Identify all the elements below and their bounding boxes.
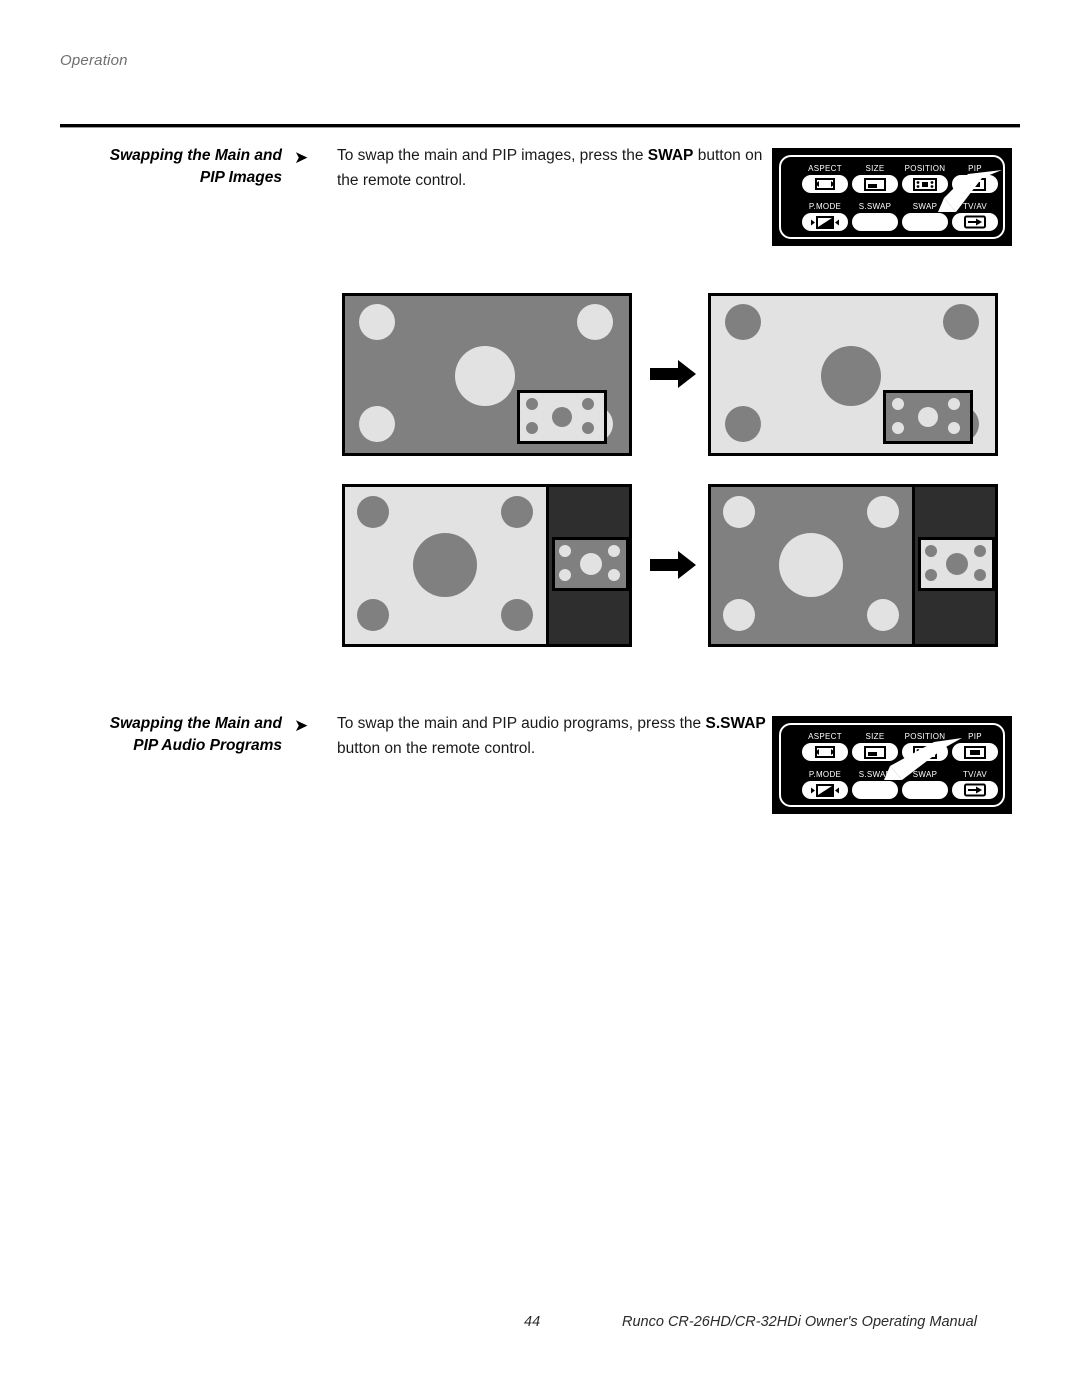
image-dot (867, 496, 899, 528)
section-1-title-line1: Swapping the Main and (109, 147, 282, 164)
manual-title: Runco CR-26HD/CR-32HDi Owner's Operating… (622, 1314, 977, 1330)
section-2-body-bold: S.SWAP (705, 715, 766, 732)
remote-button-aspect-label: ASPECT (808, 164, 842, 173)
section-2-title: Swapping the Main and PIP Audio Programs (60, 713, 282, 757)
diagram-pip-before (342, 293, 632, 456)
image-dot (723, 496, 755, 528)
picture-mode-icon (802, 213, 848, 231)
remote-button-pmode-label: P.MODE (808, 202, 842, 211)
image-dot-center (779, 533, 843, 597)
image-dot (867, 599, 899, 631)
section-1-body-pre: To swap the main and PIP images, press t… (337, 147, 648, 164)
image-dot (725, 304, 761, 340)
image-dot (357, 599, 389, 631)
pip-dot (948, 422, 960, 434)
pip-dot (608, 569, 620, 581)
running-head: Operation (60, 52, 128, 69)
section-2-title-line1: Swapping the Main and (109, 715, 282, 732)
pip-window (883, 390, 973, 444)
pip-dot-center (552, 407, 572, 427)
pip-dot-center (918, 407, 938, 427)
page-number: 44 (524, 1314, 541, 1330)
image-dot (359, 406, 395, 442)
section-1-title: Swapping the Main and PIP Images (60, 145, 282, 189)
section-2-body: To swap the main and PIP audio programs,… (337, 711, 782, 761)
pip-dot (526, 422, 538, 434)
aspect-icon (802, 743, 848, 761)
section-1-body: To swap the main and PIP images, press t… (337, 143, 767, 193)
picture-mode-icon (802, 781, 848, 799)
pip-dot (925, 569, 937, 581)
pip-dot (582, 398, 594, 410)
remote-button-sswap-label: S.SWAP (858, 202, 892, 211)
pip-dot (582, 422, 594, 434)
diagram-pop-before (342, 484, 632, 647)
pip-dot (608, 545, 620, 557)
pip-dot-center (946, 553, 968, 575)
blank-icon (852, 213, 898, 231)
section-2-body-pre: To swap the main and PIP audio programs,… (337, 715, 706, 732)
main-image-area (711, 487, 915, 644)
pip-dot (974, 545, 986, 557)
pip-dot (892, 422, 904, 434)
pip-dot-center (580, 553, 602, 575)
remote-button-pmode-label: P.MODE (808, 770, 842, 779)
pip-window (918, 537, 995, 591)
image-dot (501, 496, 533, 528)
pip-dot (892, 398, 904, 410)
main-image-area (345, 487, 549, 644)
flow-arrow-icon (650, 360, 696, 388)
section-2-bullet-icon: ➤ (294, 716, 309, 735)
remote-button-size-label: SIZE (865, 164, 885, 173)
header-rule (60, 124, 1020, 128)
image-dot (943, 304, 979, 340)
image-dot (725, 406, 761, 442)
image-dot-center (821, 346, 881, 406)
diagram-pip-after (708, 293, 998, 456)
diagram-pop-after (708, 484, 998, 647)
remote-control-swap[interactable]: ASPECT SIZE POSITION PIP P.MODE S.SWAP S… (772, 148, 1012, 246)
pip-dot (948, 398, 960, 410)
remote-control-sswap[interactable]: ASPECT SIZE POSITION PIP P.MODE S.SWAP S… (772, 716, 1012, 814)
callout-arrow-to-swap (938, 170, 1002, 212)
section-2-title-line2: PIP Audio Programs (133, 737, 282, 754)
image-dot (501, 599, 533, 631)
flow-arrow-icon (650, 551, 696, 579)
callout-arrow-to-sswap (884, 738, 962, 780)
size-icon (852, 175, 898, 193)
image-dot (357, 496, 389, 528)
pip-window (552, 537, 629, 591)
image-dot-center (413, 533, 477, 597)
pip-dot (526, 398, 538, 410)
remote-button-aspect-label: ASPECT (808, 732, 842, 741)
image-dot (577, 304, 613, 340)
pip-dot (559, 545, 571, 557)
pip-dot (559, 569, 571, 581)
image-dot-center (455, 346, 515, 406)
section-1-bullet-icon: ➤ (294, 148, 309, 167)
pip-dot (974, 569, 986, 581)
image-dot (359, 304, 395, 340)
pip-window (517, 390, 607, 444)
section-1-title-line2: PIP Images (199, 169, 282, 186)
section-2-body-post: button on the remote control. (337, 740, 536, 757)
aspect-icon (802, 175, 848, 193)
pip-dot (925, 545, 937, 557)
section-1-body-bold: SWAP (647, 147, 694, 164)
image-dot (723, 599, 755, 631)
